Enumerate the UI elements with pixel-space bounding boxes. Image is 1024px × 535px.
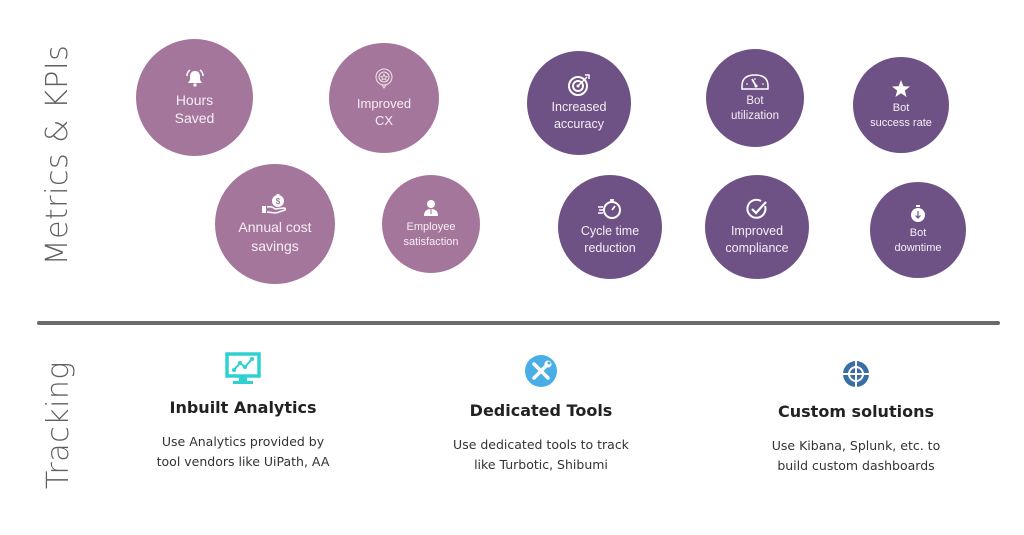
tools-icon: [525, 355, 557, 387]
metric-label-line2: CX: [374, 112, 394, 128]
metric-employee-satisfaction: Employee satisfaction: [382, 175, 480, 273]
metric-bot-downtime: Bot downtime: [870, 182, 966, 278]
metric-label-line1: Cycle time: [580, 224, 640, 239]
tracking-description: Use Analytics provided by tool vendors l…: [113, 432, 373, 472]
metric-label-line2: Saved: [174, 110, 215, 126]
metric-cycle-time-reduction: Cycle time reduction: [558, 175, 662, 279]
tracking-description: Use Kibana, Splunk, etc. to build custom…: [726, 436, 986, 476]
star-icon: [892, 80, 910, 98]
speedometer-icon: [741, 73, 769, 90]
metric-label-line2: success rate: [870, 116, 932, 129]
tracking-section-label: Tracking: [41, 361, 76, 489]
tracking-desc-line2: build custom dashboards: [777, 458, 935, 473]
check-circle-icon: [746, 199, 767, 219]
money-bag-hand-icon: $: [262, 194, 287, 215]
metric-label-line2: savings: [251, 237, 299, 254]
metric-label-line1: Employee: [406, 221, 456, 234]
star-badge-icon: [375, 68, 393, 89]
metric-label-line1: Increased: [551, 100, 607, 115]
target-icon: [568, 74, 590, 97]
tracking-title: Inbuilt Analytics: [169, 398, 317, 417]
crosshair-icon: [843, 361, 869, 387]
tracking-desc-line2: like Turbotic, Shibumi: [474, 457, 608, 472]
metric-label-line1: Hours: [175, 91, 214, 108]
timer-down-icon: [911, 205, 925, 223]
tracking-description: Use dedicated tools to track like Turbot…: [411, 435, 671, 475]
metric-label-line2: utilization: [731, 109, 779, 122]
metric-label-line1: Improved: [730, 224, 784, 239]
tracking-inbuilt-analytics: Inbuilt Analytics Use Analytics provided…: [113, 352, 373, 472]
section-divider: [37, 321, 1000, 325]
metric-label-line2: reduction: [584, 240, 636, 255]
metric-improved-compliance: Improved compliance: [705, 175, 809, 279]
metrics-kpis-section-label: Metrics & KPIs: [40, 44, 75, 266]
tracking-desc-line1: Use Kibana, Splunk, etc. to: [771, 438, 941, 453]
metric-label-line2: compliance: [725, 240, 789, 255]
metric-increased-accuracy: Increased accuracy: [527, 51, 631, 155]
metric-label-line2: accuracy: [553, 116, 605, 131]
tracking-desc-line1: Use dedicated tools to track: [453, 437, 629, 452]
tracking-desc-line2: tool vendors like UiPath, AA: [156, 454, 330, 469]
metric-annual-cost-savings: $ Annual cost savings: [215, 164, 335, 284]
employee-icon: [424, 200, 438, 217]
tracking-custom-solutions: Custom solutions Use Kibana, Splunk, etc…: [726, 360, 986, 476]
svg-text:$: $: [276, 197, 281, 206]
metric-label-line1: Bot: [892, 102, 910, 115]
metric-label-line1: Bot: [746, 94, 764, 107]
metric-bot-utilization: Bot utilization: [706, 49, 804, 147]
tracking-title: Custom solutions: [778, 402, 934, 421]
metric-label-line2: downtime: [894, 241, 942, 254]
metric-label-line1: Annual cost: [238, 219, 312, 236]
tracking-title: Dedicated Tools: [469, 401, 613, 420]
stopwatch-icon: [598, 199, 621, 220]
metric-bot-success-rate: Bot success rate: [853, 57, 949, 153]
metric-label-line1: Improved: [356, 95, 412, 111]
tracking-dedicated-tools: Dedicated Tools Use dedicated tools to t…: [411, 355, 671, 475]
metric-improved-cx: Improved CX: [329, 43, 439, 153]
metric-label-line2: satisfaction: [403, 235, 459, 248]
monitor-chart-icon: [225, 352, 261, 384]
metric-label-line1: Bot: [909, 227, 927, 240]
metric-hours-saved: Hours Saved: [136, 39, 253, 156]
bell-icon: [185, 69, 204, 87]
tracking-desc-line1: Use Analytics provided by: [161, 434, 325, 449]
